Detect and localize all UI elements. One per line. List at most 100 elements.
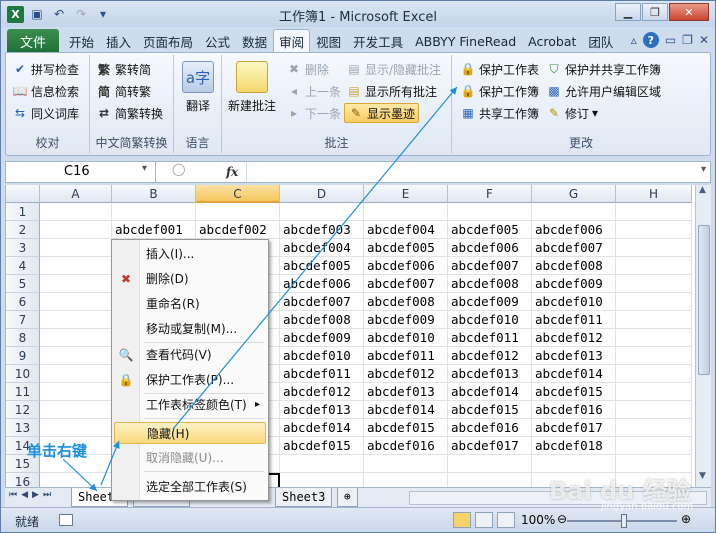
- cell[interactable]: [280, 473, 364, 487]
- select-all-corner[interactable]: [6, 185, 40, 203]
- context-menu-item-3[interactable]: 移动或复制(M)...: [114, 318, 266, 340]
- cell[interactable]: [616, 275, 692, 293]
- formula-expand-icon[interactable]: ◯: [172, 162, 185, 176]
- spell-check-button[interactable]: ✔ 拼写检查: [12, 59, 79, 79]
- cell[interactable]: [616, 203, 692, 221]
- column-header-g[interactable]: G: [532, 185, 616, 203]
- row-header-6[interactable]: 6: [6, 293, 40, 311]
- last-sheet-icon[interactable]: ⏭: [43, 490, 51, 500]
- column-header-c[interactable]: C: [196, 185, 280, 203]
- trad-to-simp-button[interactable]: 繁繁转简: [96, 59, 151, 79]
- context-menu-item-5[interactable]: 🔒 保护工作表(P)...: [114, 369, 266, 391]
- cell[interactable]: abcdef014: [532, 365, 616, 383]
- cell[interactable]: [616, 419, 692, 437]
- minimize-button[interactable]: ▁: [615, 3, 641, 21]
- cell[interactable]: [448, 455, 532, 473]
- cell[interactable]: abcdef010: [448, 311, 532, 329]
- file-tab[interactable]: 文件: [7, 29, 59, 53]
- cell[interactable]: abcdef006: [280, 275, 364, 293]
- cell[interactable]: abcdef011: [532, 311, 616, 329]
- cell[interactable]: abcdef006: [532, 221, 616, 239]
- cell[interactable]: abcdef004: [364, 221, 448, 239]
- cell[interactable]: [616, 329, 692, 347]
- cell[interactable]: abcdef008: [364, 293, 448, 311]
- next-comment-button[interactable]: ▸ 下一条: [286, 103, 341, 123]
- cell[interactable]: abcdef011: [448, 329, 532, 347]
- cell[interactable]: [448, 473, 532, 487]
- scroll-thumb[interactable]: [698, 225, 710, 375]
- context-menu-item-7[interactable]: 隐藏(H): [114, 422, 266, 444]
- doc-minimize-icon[interactable]: ▭: [665, 33, 676, 47]
- research-button[interactable]: 📖 信息检索: [12, 81, 80, 101]
- page-layout-view-icon[interactable]: [475, 512, 493, 528]
- prev-comment-button[interactable]: ◂ 上一条: [286, 81, 341, 101]
- column-header-f[interactable]: F: [448, 185, 532, 203]
- cell[interactable]: abcdef003: [280, 221, 364, 239]
- row-header-8[interactable]: 8: [6, 329, 40, 347]
- cell[interactable]: [112, 203, 196, 221]
- worksheet-grid[interactable]: A B C D E F G H 1 2 abcdef001 abcdef002 abcdef003 abc…: [5, 185, 695, 487]
- cell[interactable]: abcdef015: [364, 419, 448, 437]
- column-header-e[interactable]: E: [364, 185, 448, 203]
- column-header-b[interactable]: B: [112, 185, 196, 203]
- cell[interactable]: [616, 347, 692, 365]
- cell[interactable]: [616, 401, 692, 419]
- cell[interactable]: abcdef016: [364, 437, 448, 455]
- normal-view-icon[interactable]: [453, 512, 471, 528]
- column-header-d[interactable]: D: [280, 185, 364, 203]
- cell[interactable]: abcdef008: [280, 311, 364, 329]
- cell[interactable]: abcdef005: [280, 257, 364, 275]
- show-all-comments-button[interactable]: ▤ 显示所有批注: [346, 81, 437, 101]
- cell[interactable]: abcdef009: [532, 275, 616, 293]
- cell[interactable]: [364, 203, 448, 221]
- zoom-level[interactable]: 100%: [521, 513, 555, 527]
- cell[interactable]: abcdef015: [532, 383, 616, 401]
- cell[interactable]: abcdef017: [448, 437, 532, 455]
- cell[interactable]: [616, 221, 692, 239]
- cell[interactable]: abcdef012: [448, 347, 532, 365]
- cell[interactable]: abcdef014: [448, 383, 532, 401]
- cell[interactable]: abcdef013: [448, 365, 532, 383]
- prev-sheet-icon[interactable]: ◀: [21, 490, 28, 500]
- row-header-3[interactable]: 3: [6, 239, 40, 257]
- row-header-4[interactable]: 4: [6, 257, 40, 275]
- cell[interactable]: [40, 383, 112, 401]
- scroll-down-icon[interactable]: ▼: [699, 471, 706, 481]
- cell[interactable]: abcdef005: [364, 239, 448, 257]
- cell[interactable]: abcdef008: [448, 275, 532, 293]
- cell[interactable]: [616, 239, 692, 257]
- cell[interactable]: abcdef018: [532, 437, 616, 455]
- tab-7[interactable]: 开发工具: [347, 29, 409, 53]
- new-comment-button[interactable]: 新建批注: [228, 61, 276, 114]
- cell[interactable]: abcdef005: [448, 221, 532, 239]
- cell[interactable]: abcdef002: [196, 221, 280, 239]
- cell[interactable]: [616, 383, 692, 401]
- cell[interactable]: [616, 365, 692, 383]
- cell[interactable]: [616, 437, 692, 455]
- cell[interactable]: [40, 329, 112, 347]
- cell[interactable]: abcdef006: [448, 239, 532, 257]
- tab-2[interactable]: 页面布局: [137, 29, 199, 53]
- cell[interactable]: abcdef012: [532, 329, 616, 347]
- expand-formula-bar-icon[interactable]: ▾: [701, 164, 706, 175]
- next-sheet-icon[interactable]: ▶: [32, 490, 39, 500]
- doc-close-icon[interactable]: ✕: [699, 33, 709, 47]
- cell[interactable]: abcdef007: [448, 257, 532, 275]
- tab-9[interactable]: Acrobat: [522, 29, 582, 53]
- cell[interactable]: abcdef016: [448, 419, 532, 437]
- cell[interactable]: abcdef014: [280, 419, 364, 437]
- row-header-9[interactable]: 9: [6, 347, 40, 365]
- cell[interactable]: abcdef009: [280, 329, 364, 347]
- cell[interactable]: abcdef007: [280, 293, 364, 311]
- cell[interactable]: [40, 473, 112, 487]
- cell[interactable]: abcdef012: [364, 365, 448, 383]
- cell[interactable]: [532, 203, 616, 221]
- cell[interactable]: [280, 203, 364, 221]
- cell[interactable]: abcdef001: [112, 221, 196, 239]
- context-menu-item-0[interactable]: 插入(I)...: [114, 243, 266, 265]
- doc-restore-icon[interactable]: ❐: [682, 33, 693, 47]
- cell[interactable]: [40, 401, 112, 419]
- first-sheet-icon[interactable]: ⏮: [9, 490, 17, 500]
- cell[interactable]: [616, 257, 692, 275]
- cell[interactable]: [364, 473, 448, 487]
